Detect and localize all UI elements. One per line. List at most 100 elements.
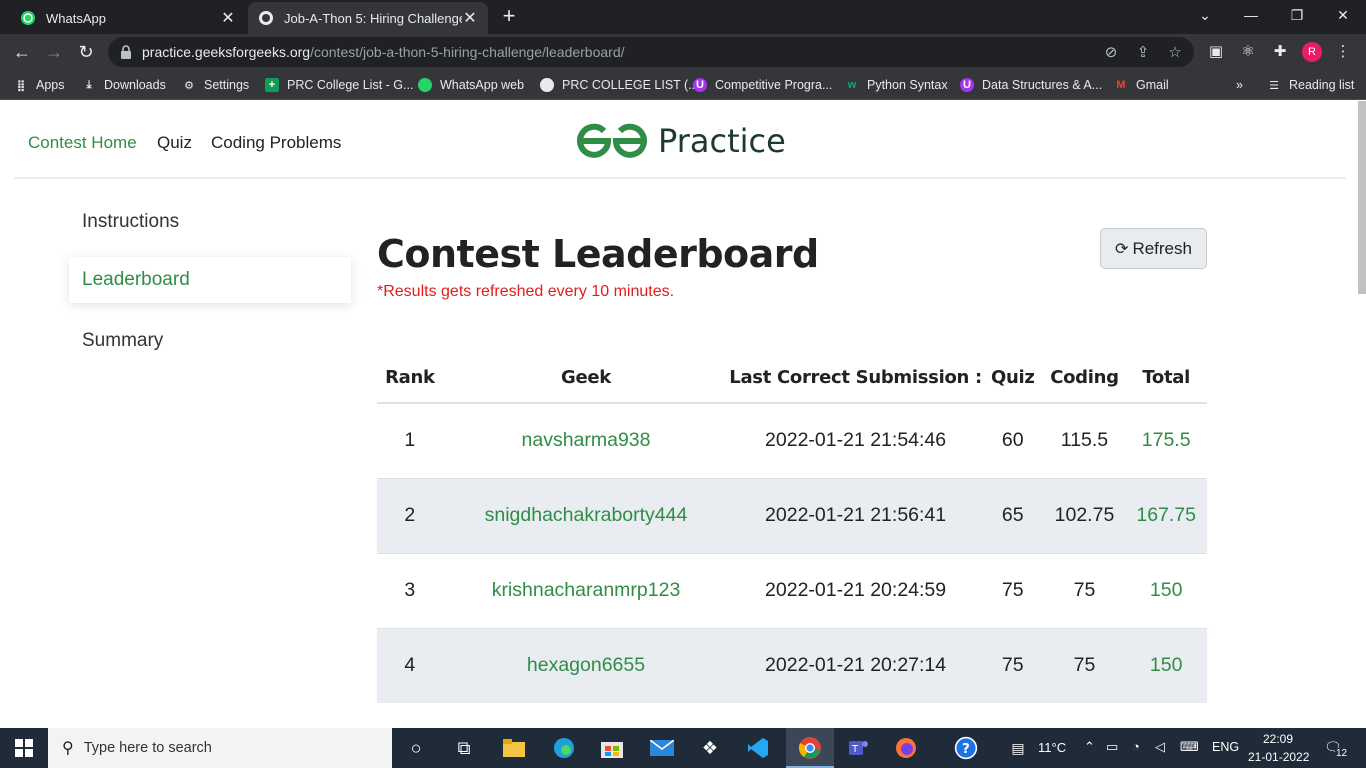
geek-link[interactable]: krishnacharanmrp123 (442, 552, 730, 628)
geek-link[interactable]: navsharma938 (442, 402, 730, 478)
bookmark-label: Downloads (104, 78, 166, 92)
sidebar-item-instructions[interactable]: Instructions (69, 199, 351, 245)
firefox-icon[interactable] (894, 736, 918, 760)
react-extension-icon[interactable]: ⚛ (1239, 43, 1257, 61)
profile-avatar[interactable]: R (1302, 42, 1322, 62)
mail-icon[interactable] (650, 736, 674, 760)
nav-coding-problems[interactable]: Coding Problems (211, 133, 341, 153)
bookmark-label: Data Structures & A... (982, 78, 1103, 92)
vscode-icon[interactable] (746, 736, 770, 760)
language-indicator[interactable]: ENG (1212, 740, 1239, 754)
globe-icon (540, 78, 554, 92)
coding-score-cell: 75 (1043, 552, 1126, 628)
puzzle-extensions-icon[interactable]: ✚ (1271, 43, 1289, 61)
clock-date[interactable]: 21-01-2022 (1248, 750, 1309, 764)
geek-link[interactable]: hexagon6655 (442, 627, 730, 703)
weather-temperature[interactable]: 11°C (1038, 740, 1066, 755)
share-icon[interactable]: ⇪ (1134, 44, 1152, 62)
refresh-icon: ⟳ (1115, 240, 1129, 258)
teams-icon[interactable]: T (846, 736, 870, 760)
menu-kebab-icon[interactable]: ⋮ (1334, 43, 1352, 61)
bookmark-downloads[interactable]: ⤓ Downloads (82, 76, 166, 94)
close-window-button[interactable]: ✕ (1320, 0, 1366, 30)
forward-icon[interactable]: → (42, 40, 66, 64)
more-bookmarks-button[interactable]: » (1236, 76, 1243, 94)
bookmark-label: Competitive Progra... (715, 78, 833, 92)
bookmark-data-structures[interactable]: U Data Structures & A... (960, 76, 1102, 94)
nav-contest-home[interactable]: Contest Home (28, 133, 137, 153)
leaderboard-table: Rank Geek Last Correct Submission : Quiz… (377, 353, 1207, 703)
url-host: practice.geeksforgeeks.org (142, 44, 311, 60)
quiz-score-cell: 60 (981, 402, 1044, 478)
taskbar-search-box[interactable]: ⚲ Type here to search (48, 728, 392, 768)
close-tab-icon[interactable]: ✕ (220, 8, 236, 28)
close-tab-icon[interactable]: ✕ (462, 8, 478, 28)
restore-button[interactable]: ❐ (1274, 0, 1320, 30)
bookmark-gmail[interactable]: M Gmail (1114, 76, 1168, 94)
battery-icon[interactable]: ▭ (1106, 739, 1118, 755)
w3-icon: w (847, 79, 857, 91)
whatsapp-icon (21, 11, 35, 25)
bookmark-whatsapp-web[interactable]: WhatsApp web (418, 76, 524, 94)
bookmark-prc-college-list[interactable]: + PRC College List - G... (265, 76, 413, 94)
page-scrollbar-thumb[interactable] (1358, 101, 1366, 294)
logo-text: Practice (658, 122, 786, 160)
tab-search-icon[interactable]: ⌄ (1182, 0, 1228, 30)
bookmark-label: Apps (36, 78, 65, 92)
eye-slash-icon[interactable]: ⊘ (1102, 44, 1120, 62)
column-header-geek: Geek (442, 353, 730, 404)
task-view-icon[interactable]: ⧉ (452, 736, 476, 760)
dropbox-icon[interactable]: ❖ (698, 736, 722, 760)
chrome-icon[interactable] (798, 736, 822, 760)
tab-job-a-thon[interactable]: Job-A-Thon 5: Hiring Challenge | ✕ (248, 2, 488, 34)
gmail-icon: M (1116, 79, 1126, 91)
tab-whatsapp[interactable]: WhatsApp ✕ (10, 2, 246, 34)
total-score-cell: 150 (1125, 552, 1207, 628)
bookmark-star-icon[interactable]: ☆ (1166, 44, 1184, 62)
geek-link[interactable]: snigdhachakraborty444 (442, 477, 730, 553)
table-row: 3 krishnacharanmrp123 2022-01-21 20:24:5… (377, 552, 1207, 628)
edge-icon[interactable] (552, 736, 576, 760)
screen-capture-extension-icon[interactable]: ▣ (1207, 43, 1225, 61)
reading-list-button[interactable]: ☰ Reading list (1267, 76, 1354, 94)
start-button[interactable] (0, 728, 48, 768)
clock-time[interactable]: 22:09 (1263, 732, 1293, 746)
header-divider (14, 177, 1346, 179)
refresh-button[interactable]: ⟳ Refresh (1100, 228, 1207, 269)
show-hidden-icons-icon[interactable]: ⌃ (1084, 739, 1095, 755)
gfg-practice-logo[interactable]: Practice (574, 121, 786, 161)
help-icon[interactable]: ? (954, 736, 978, 760)
bookmark-competitive-programming[interactable]: U Competitive Progra... (693, 76, 832, 94)
keyboard-icon[interactable]: ⌨ (1180, 739, 1199, 755)
last-submission-cell: 2022-01-21 20:24:59 (729, 552, 982, 628)
sidebar-item-summary[interactable]: Summary (69, 318, 351, 364)
new-tab-button[interactable]: + (498, 5, 520, 28)
table-row: 2 snigdhachakraborty444 2022-01-21 21:56… (377, 477, 1207, 553)
nav-quiz[interactable]: Quiz (157, 133, 192, 153)
column-header-last-submission: Last Correct Submission : (729, 353, 982, 404)
svg-text:?: ? (962, 741, 970, 757)
bookmark-settings[interactable]: ⚙ Settings (182, 76, 249, 94)
page-title: Contest Leaderboard (377, 232, 819, 276)
microsoft-store-icon[interactable] (600, 736, 624, 760)
bookmark-python-syntax[interactable]: w Python Syntax (845, 76, 948, 94)
wifi-icon[interactable]: ◔ (1132, 739, 1140, 754)
address-bar[interactable]: practice.geeksforgeeks.org/contest/job-a… (108, 37, 1194, 67)
windows-taskbar: ⚲ Type here to search ○ ⧉ ❖ T ? ▤ 11°C ⌃… (0, 728, 1366, 768)
volume-icon[interactable]: ◁ (1155, 739, 1165, 755)
back-icon[interactable]: ← (10, 40, 34, 64)
file-explorer-icon[interactable] (502, 736, 526, 760)
coding-score-cell: 102.75 (1043, 477, 1126, 553)
bookmark-prc-college-list-2[interactable]: PRC COLLEGE LIST (... (540, 76, 699, 94)
reload-icon[interactable]: ↻ (74, 40, 98, 64)
weather-icon[interactable]: ▤ (1006, 736, 1030, 760)
column-header-total: Total (1125, 353, 1207, 404)
total-score-cell: 167.75 (1125, 477, 1207, 553)
bookmark-apps[interactable]: ⣿ Apps (14, 76, 65, 94)
minimize-button[interactable]: — (1228, 0, 1274, 30)
sidebar-item-leaderboard[interactable]: Leaderboard (69, 257, 351, 303)
last-submission-cell: 2022-01-21 21:56:41 (729, 477, 982, 553)
taskbar-search-placeholder: Type here to search (83, 740, 212, 756)
cortana-icon[interactable]: ○ (404, 736, 428, 760)
total-score-cell: 175.5 (1125, 402, 1207, 478)
